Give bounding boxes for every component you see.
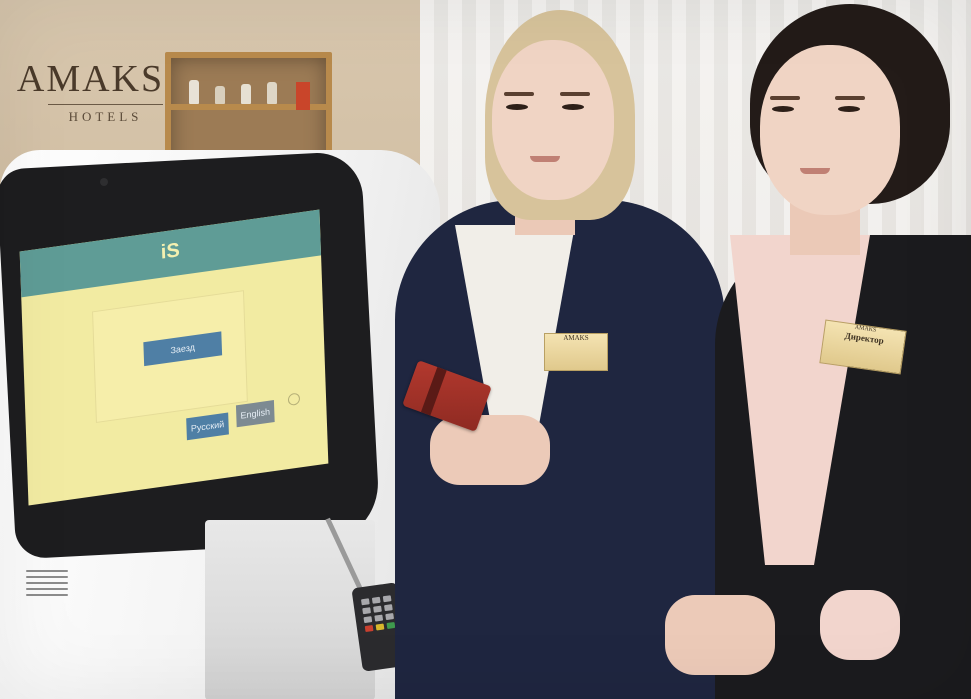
hotel-logo-name: AMAKS — [16, 58, 165, 100]
photo-scene: AMAKS HOTELS iS Заезд Русский English AM… — [0, 0, 971, 699]
face — [492, 40, 614, 200]
camera-icon — [100, 178, 108, 186]
terminal-keypad — [360, 595, 396, 633]
badge-logo: AMAKS — [563, 334, 589, 342]
name-badge: AMAKS — [544, 333, 608, 371]
red-sign — [296, 82, 310, 110]
kiosk-lower-panel — [205, 520, 375, 699]
bottle — [215, 86, 225, 104]
info-icon[interactable] — [287, 392, 301, 407]
bottle — [267, 82, 277, 104]
hand — [430, 415, 550, 485]
hotel-logo: AMAKS HOTELS — [8, 60, 173, 125]
bottle — [241, 84, 251, 104]
speaker-grille-icon — [24, 566, 70, 606]
kiosk-screen: iS Заезд Русский English — [19, 209, 329, 506]
sleeve-cuff — [820, 590, 900, 660]
bottle — [189, 80, 199, 104]
language-button-en[interactable]: English — [235, 400, 275, 428]
language-button-ru[interactable]: Русский — [186, 412, 229, 441]
hotel-logo-sub: HOTELS — [48, 104, 163, 125]
face — [760, 45, 900, 215]
hands — [665, 595, 775, 675]
